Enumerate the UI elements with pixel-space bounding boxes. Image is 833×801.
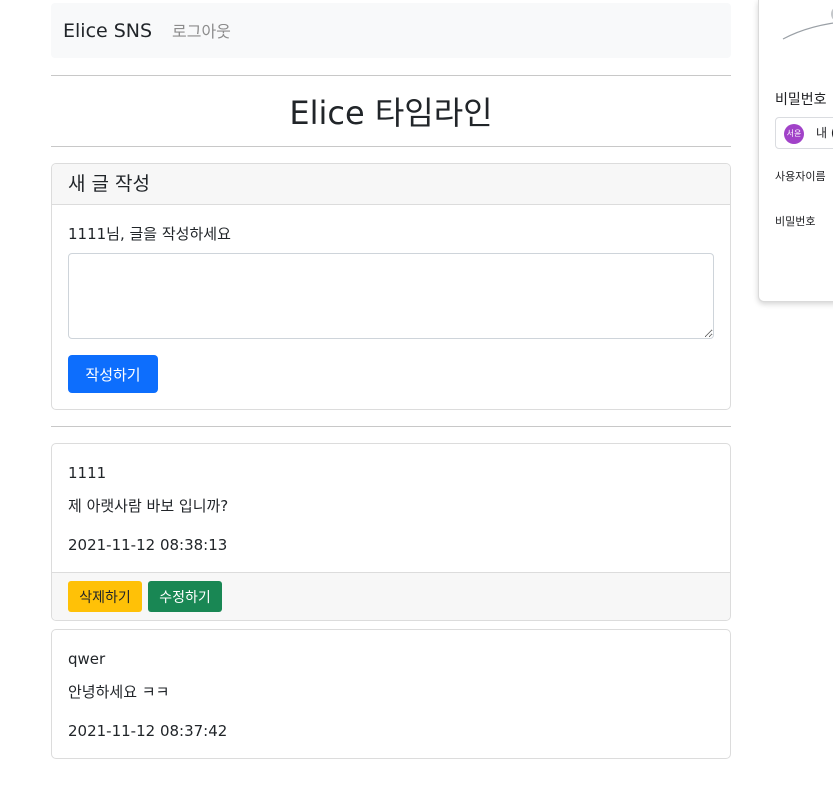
post-actions: 삭제하기 수정하기 bbox=[52, 572, 730, 620]
divider bbox=[51, 75, 731, 76]
edit-post-button[interactable]: 수정하기 bbox=[148, 581, 222, 612]
delete-post-button[interactable]: 삭제하기 bbox=[68, 581, 142, 612]
compose-card: 새 글 작성 1111님, 글을 작성하세요 작성하기 bbox=[51, 163, 731, 410]
password-manager-popup: 비밀번호 서윤 내 ( 사용자이름 비밀번호 bbox=[758, 0, 833, 302]
post-card: qwer 안녕하세요 ㅋㅋ 2021-11-12 08:37:42 bbox=[51, 629, 731, 759]
brand-link[interactable]: Elice SNS bbox=[63, 22, 152, 41]
post-timestamp: 2021-11-12 08:38:13 bbox=[68, 536, 228, 554]
logout-link[interactable]: 로그아웃 bbox=[172, 24, 231, 40]
avatar: 서윤 bbox=[784, 124, 804, 144]
compose-prompt-label: 1111님, 글을 작성하세요 bbox=[68, 225, 231, 243]
account-selector[interactable]: 서윤 내 ( bbox=[775, 117, 833, 149]
divider bbox=[51, 426, 731, 427]
navbar: Elice SNS 로그아웃 bbox=[51, 3, 731, 58]
post-card: 1111 제 아랫사람 바보 입니까? 2021-11-12 08:38:13 … bbox=[51, 443, 731, 621]
key-illustration-icon bbox=[782, 8, 833, 40]
account-label: 내 ( bbox=[816, 126, 833, 140]
username-label: 사용자이름 bbox=[775, 170, 826, 183]
post-author: qwer bbox=[68, 650, 106, 668]
post-content: 제 아랫사람 바보 입니까? bbox=[68, 497, 229, 515]
post-content: 안녕하세요 ㅋㅋ bbox=[68, 683, 170, 701]
password-label: 비밀번호 bbox=[775, 215, 816, 228]
divider bbox=[51, 146, 731, 147]
post-content-textarea[interactable] bbox=[68, 253, 714, 339]
popup-title: 비밀번호 bbox=[775, 92, 827, 108]
post-timestamp: 2021-11-12 08:37:42 bbox=[68, 722, 228, 740]
page-title: Elice 타임라인 bbox=[289, 94, 493, 132]
submit-post-button[interactable]: 작성하기 bbox=[68, 355, 158, 393]
post-author: 1111 bbox=[68, 464, 107, 482]
compose-card-header: 새 글 작성 bbox=[52, 164, 730, 205]
